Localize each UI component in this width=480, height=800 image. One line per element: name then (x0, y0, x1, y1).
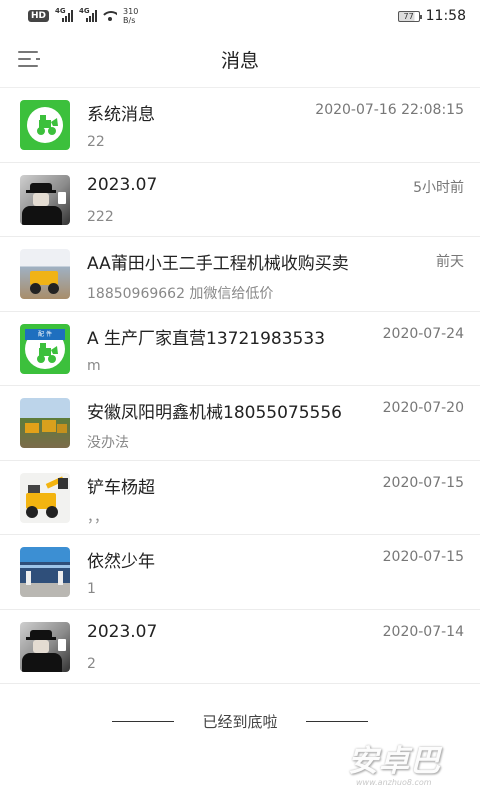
wifi-icon (103, 10, 118, 22)
message-preview: 18850969662 加微信给低价 (87, 286, 274, 302)
loader-logo-icon (37, 115, 58, 135)
avatar (20, 398, 70, 448)
message-preview: 1 (87, 581, 96, 597)
page-title: 消息 (220, 50, 259, 72)
message-time: 2020-07-15 (382, 474, 464, 491)
avatar (20, 547, 70, 597)
message-preview: 2 (87, 655, 96, 672)
list-item[interactable]: 配 件 A 生产厂家直营13721983533 2020-07-24 m (0, 312, 480, 386)
avatar (20, 249, 70, 299)
message-list: 系统消息 2020-07-16 22:08:15 22 2023.07 5小时前… (0, 88, 480, 684)
contact-name: 2023.07 (87, 621, 158, 642)
message-preview: 222 (87, 208, 114, 225)
app-header: 消息 (0, 32, 480, 88)
message-time: 2020-07-15 (382, 549, 464, 565)
avatar (20, 621, 70, 672)
avatar (20, 472, 70, 523)
watermark-logo: 安卓巴 www.anzhuo8.com (348, 744, 441, 787)
list-item[interactable]: 系统消息 2020-07-16 22:08:15 22 (0, 88, 480, 163)
contact-name: AA莆田小王二手工程机械收购买卖 (87, 254, 349, 274)
contact-name: 2023.07 (87, 174, 158, 195)
avatar: 配 件 (20, 323, 70, 374)
loader-logo-icon (37, 342, 58, 363)
message-time: 前天 (436, 254, 464, 270)
menu-icon[interactable] (18, 50, 40, 68)
message-time: 2020-07-16 22:08:15 (315, 102, 464, 118)
list-end-indicator: 已经到底啦 (0, 706, 480, 736)
status-bar: HD 4G 4G 310 B/s 77 11:58 (0, 0, 480, 32)
list-item[interactable]: AA莆田小王二手工程机械收购买卖 前天 18850969662 加微信给低价 (0, 237, 480, 312)
contact-name: 依然少年 (87, 552, 155, 572)
avatar-badge: 配 件 (38, 330, 52, 338)
contact-name: 安徽凤阳明鑫机械18055075556 (87, 403, 342, 423)
divider (305, 720, 368, 722)
message-preview: ，， (87, 509, 108, 526)
battery-icon: 77 (397, 10, 422, 22)
contact-name: A 生产厂家直营13721983533 (87, 328, 326, 349)
end-of-list-text: 已经到底啦 (202, 712, 278, 731)
message-time: 2020-07-20 (382, 400, 464, 416)
message-preview: 22 (87, 134, 105, 150)
message-preview: 没办法 (87, 435, 129, 451)
list-item[interactable]: 2023.07 2020-07-14 2 (0, 610, 480, 684)
contact-name: 系统消息 (87, 105, 155, 125)
list-item[interactable]: 安徽凤阳明鑫机械18055075556 2020-07-20 没办法 (0, 386, 480, 461)
message-time: 2020-07-24 (382, 325, 464, 342)
list-item[interactable]: 铲车杨超 2020-07-15 ，， (0, 461, 480, 535)
hd-indicator: HD (28, 10, 50, 22)
contact-name: 铲车杨超 (87, 477, 155, 498)
signal-icon: 4G (55, 7, 74, 22)
network-speed: 310 B/s (123, 7, 139, 25)
list-item[interactable]: 2023.07 5小时前 222 (0, 163, 480, 237)
message-preview: m (87, 357, 101, 374)
list-item[interactable]: 依然少年 2020-07-15 1 (0, 535, 480, 610)
signal-icon-2: 4G (79, 7, 98, 22)
status-time: 11:58 (425, 8, 466, 24)
message-time: 2020-07-14 (382, 623, 464, 640)
avatar (20, 174, 70, 225)
avatar (20, 100, 70, 150)
message-time: 5小时前 (413, 179, 464, 196)
divider (112, 720, 175, 722)
